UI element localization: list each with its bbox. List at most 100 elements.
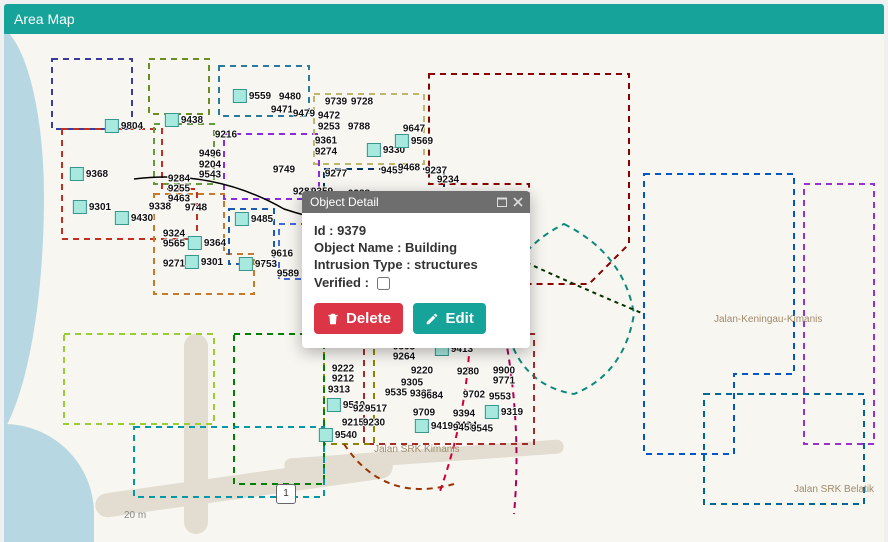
- marker-label: 9471: [271, 105, 293, 116]
- marker-label: 9480: [279, 92, 301, 103]
- marker-label: 9496: [199, 149, 221, 160]
- map-marker[interactable]: 9535: [385, 388, 407, 399]
- name-label: Object Name :: [314, 240, 401, 255]
- map-marker[interactable]: 9553: [489, 392, 511, 403]
- id-value: 9379: [337, 223, 366, 238]
- road-label: Jalan SRK Kimanis: [374, 444, 460, 455]
- intrusion-value: structures: [414, 257, 478, 272]
- panel-header: Area Map: [4, 4, 884, 34]
- marker-label: 9364: [204, 238, 226, 249]
- map-marker[interactable]: 9319: [485, 405, 523, 419]
- marker-label: 9684: [421, 391, 443, 402]
- map-marker[interactable]: 9728: [351, 97, 373, 108]
- marker-label: 9535: [385, 388, 407, 399]
- map-marker[interactable]: 9253: [318, 122, 340, 133]
- map-marker[interactable]: 9280: [457, 367, 479, 378]
- map-marker[interactable]: 9215: [342, 418, 364, 429]
- map-marker[interactable]: 9804: [105, 119, 143, 133]
- marker-label: 9559: [249, 91, 271, 102]
- marker-label: 9430: [131, 213, 153, 224]
- map-marker[interactable]: 9438: [165, 113, 203, 127]
- marker-label: 9234: [437, 175, 459, 186]
- map-marker[interactable]: 9517: [365, 404, 387, 415]
- map-marker[interactable]: 9361: [315, 136, 337, 147]
- map-marker[interactable]: 9709: [413, 408, 435, 419]
- map-marker[interactable]: 9264: [393, 352, 415, 363]
- map-marker[interactable]: 9748: [185, 203, 207, 214]
- marker-label: 9301: [201, 257, 223, 268]
- app-root: Area Map: [0, 0, 888, 542]
- map-marker[interactable]: 9220: [411, 366, 433, 377]
- edit-button[interactable]: Edit: [413, 303, 485, 334]
- map-marker[interactable]: 9430: [115, 211, 153, 225]
- map-marker[interactable]: 9313: [328, 385, 350, 396]
- maximize-icon[interactable]: [494, 194, 510, 210]
- marker-label: 9589: [277, 269, 299, 280]
- marker-label: 9804: [121, 121, 143, 132]
- map-marker[interactable]: 9274: [315, 147, 337, 158]
- map-marker[interactable]: 9569: [395, 134, 433, 148]
- name-value: Building: [405, 240, 457, 255]
- map-marker[interactable]: 9468: [398, 163, 420, 174]
- marker-label: 9728: [351, 97, 373, 108]
- marker-label: 9212: [332, 374, 354, 385]
- map-marker[interactable]: 9647: [403, 124, 425, 135]
- map-marker[interactable]: 9540: [319, 428, 357, 442]
- marker-label: 9553: [489, 392, 511, 403]
- map-marker[interactable]: 9589: [277, 269, 299, 280]
- map-marker[interactable]: 9301: [73, 200, 111, 214]
- marker-icon: [73, 200, 87, 214]
- map-marker[interactable]: 9559: [233, 89, 271, 103]
- map-marker[interactable]: 9234: [437, 175, 459, 186]
- map-marker[interactable]: 9271: [163, 259, 185, 270]
- map-marker[interactable]: 9496: [199, 149, 221, 160]
- map-marker[interactable]: 9212: [332, 374, 354, 385]
- map-marker[interactable]: 9771: [493, 376, 515, 387]
- road-label: Jalan SRK Belatik: [794, 484, 874, 495]
- map-marker[interactable]: 9739: [325, 97, 347, 108]
- marker-label: 9368: [86, 169, 108, 180]
- verified-checkbox[interactable]: [377, 277, 390, 290]
- delete-button[interactable]: Delete: [314, 303, 403, 334]
- map-marker[interactable]: 9277: [325, 169, 347, 180]
- map-marker[interactable]: 9480: [279, 92, 301, 103]
- map-marker[interactable]: 9368: [70, 167, 108, 181]
- map-marker[interactable]: 9419: [415, 419, 453, 433]
- map-marker[interactable]: 9788: [348, 122, 370, 133]
- marker-label: 9472: [318, 111, 340, 122]
- map-canvas[interactable]: Jalan SRK Kimanis Jalan-Keningau-Kimanis J…: [4, 34, 884, 542]
- map-marker[interactable]: 9394: [453, 409, 475, 420]
- map-marker[interactable]: 9479: [293, 109, 315, 120]
- map-marker[interactable]: 9364: [188, 236, 226, 250]
- map-marker[interactable]: 9485: [235, 212, 273, 226]
- map-marker[interactable]: 9230: [363, 418, 385, 429]
- map-marker[interactable]: 9216: [215, 130, 237, 141]
- id-label: Id :: [314, 223, 334, 238]
- marker-label: 9543: [199, 170, 221, 181]
- map-marker[interactable]: 9749: [273, 165, 295, 176]
- marker-label: 9647: [403, 124, 425, 135]
- map-marker[interactable]: 9471: [271, 105, 293, 116]
- marker-label: 9220: [411, 366, 433, 377]
- map-marker[interactable]: 9543: [199, 170, 221, 181]
- marker-label: 9569: [411, 136, 433, 147]
- map-marker[interactable]: 9702: [463, 390, 485, 401]
- map-marker[interactable]: 9545: [471, 424, 493, 435]
- verified-label: Verified :: [314, 275, 369, 290]
- marker-icon: [319, 428, 333, 442]
- marker-icon: [415, 419, 429, 433]
- map-marker[interactable]: 9472: [318, 111, 340, 122]
- map-marker[interactable]: 9684: [421, 391, 443, 402]
- marker-label: 9788: [348, 122, 370, 133]
- road-label: Jalan-Keningau-Kimanis: [714, 314, 822, 325]
- map-marker[interactable]: 9565: [163, 239, 185, 250]
- marker-label: 9301: [89, 202, 111, 213]
- close-icon[interactable]: [510, 194, 526, 210]
- marker-label: 9702: [463, 390, 485, 401]
- popup-header[interactable]: Object Detail: [302, 191, 530, 213]
- detail-name-row: Object Name : Building: [314, 240, 518, 255]
- map-marker[interactable]: 9753: [239, 257, 277, 271]
- map-marker[interactable]: 9301: [185, 255, 223, 269]
- marker-label: 9361: [315, 136, 337, 147]
- marker-label: 9274: [315, 147, 337, 158]
